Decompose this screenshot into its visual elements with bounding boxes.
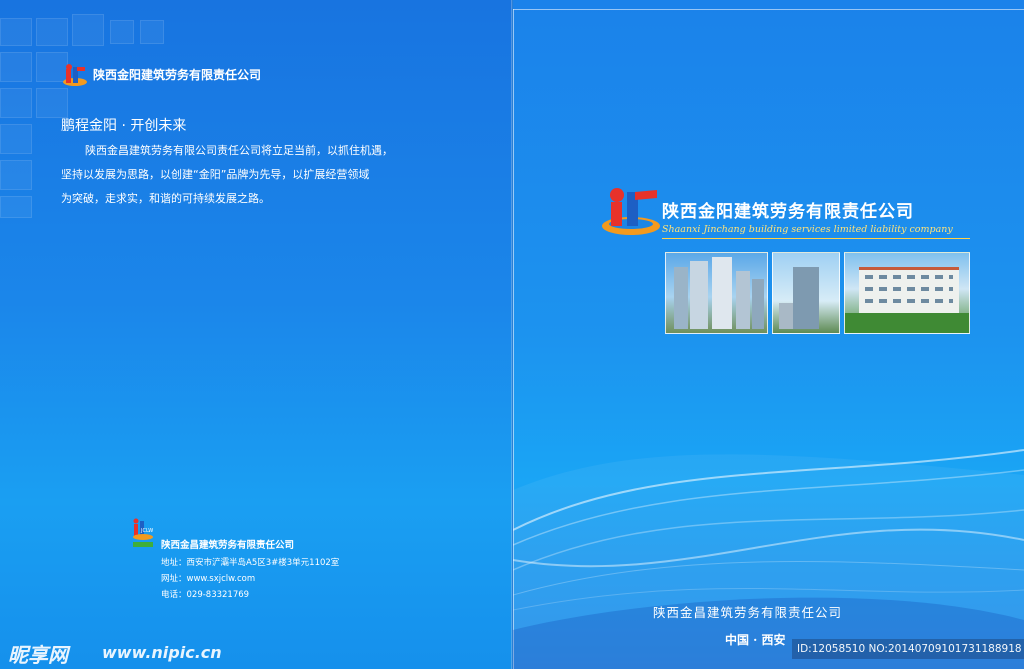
footer-company-name: 陕西金昌建筑劳务有限责任公司: [161, 540, 295, 551]
residential-building-photo: [844, 252, 970, 334]
right-cover-panel: 陕西金阳建筑劳务有限责任公司 Shaanxi Jinchang building…: [513, 0, 1024, 669]
intro-paragraph-line-2: 坚持以发展为思路，以创建“金阳”品牌为先导，以扩展经营领域: [61, 168, 370, 181]
footer-address: 地址：西安市浐灞半岛A5区3#楼3单元1102室: [161, 558, 340, 568]
slogan: 鹏程金阳 · 开创未来: [61, 118, 187, 134]
watermark-site-url: www.nipic.cn: [102, 643, 222, 662]
intro-paragraph-line-1: 陕西金昌建筑劳务有限公司责任公司将立足当前，以抓住机遇，: [85, 144, 393, 157]
bottom-company-name: 陕西金昌建筑劳务有限责任公司: [653, 605, 843, 620]
office-tower-photo: [772, 252, 840, 334]
intro-paragraph-line-3: 为突破，走求实，和谐的可持续发展之路。: [61, 192, 270, 205]
footer-website: 网址：www.sxjclw.com: [161, 574, 256, 584]
company-name-en: Shaanxi Jinchang building services limit…: [662, 224, 953, 235]
watermark-site-logo: 昵享网: [8, 643, 68, 667]
footer-phone: 电话：029-83321769: [161, 590, 250, 600]
bottom-location: 中国 · 西安: [725, 633, 786, 647]
company-name-cn: 陕西金阳建筑劳务有限责任公司: [662, 202, 914, 222]
skyscrapers-photo: [665, 252, 768, 334]
company-logo-icon: [63, 64, 87, 86]
footer-logo-text: JCLW: [141, 528, 154, 534]
footer-logo-icon: [133, 518, 153, 547]
watermark-id-text: ID:12058510 NO:20140709101731188918: [797, 643, 1022, 655]
english-name-underline: [662, 238, 970, 239]
header-company-name: 陕西金阳建筑劳务有限责任公司: [93, 68, 262, 82]
frame-line-top: [513, 9, 1024, 10]
left-cover-panel: 陕西金阳建筑劳务有限责任公司 鹏程金阳 · 开创未来 陕西金昌建筑劳务有限公司责…: [0, 0, 512, 669]
main-logo-icon: [602, 188, 660, 235]
